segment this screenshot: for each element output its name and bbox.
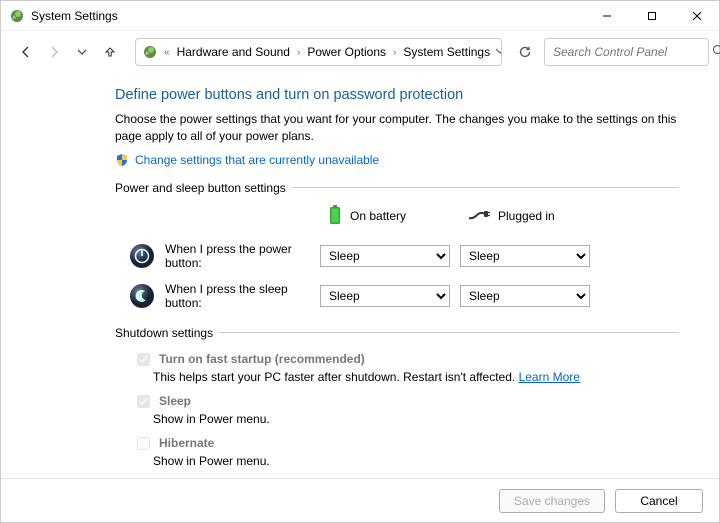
page-title: Define power buttons and turn on passwor… [115,87,679,103]
fast-startup-checkbox [137,353,150,366]
save-changes-button: Save changes [499,489,605,513]
titlebar: System Settings [1,1,719,31]
footer: Save changes Cancel [1,478,719,522]
on-battery-label: On battery [350,209,406,223]
breadcrumb-seg-hardware[interactable]: Hardware and Sound [174,44,293,60]
hibernate-sub: Show in Power menu. [133,454,679,468]
search-input[interactable] [551,44,712,60]
fast-startup-title: Turn on fast startup (recommended) [159,352,365,366]
page-description: Choose the power settings that you want … [115,111,679,145]
recent-locations-button[interactable] [71,41,93,63]
breadcrumb-icon [142,44,158,60]
sleep-button-battery-select[interactable]: Sleep [320,285,450,307]
power-button-label: When I press the power button: [165,242,320,270]
back-button[interactable] [15,41,37,63]
breadcrumb-seg-power-options[interactable]: Power Options [304,44,389,60]
app-icon [9,8,25,24]
fast-startup-sub: This helps start your PC faster after sh… [153,370,519,384]
plugged-in-label: Plugged in [498,209,555,223]
window-title: System Settings [31,9,118,23]
refresh-button[interactable] [512,39,538,65]
column-headers: On battery Plugged in [115,201,679,236]
sleep-icon [129,283,155,309]
sleep-button-row: When I press the sleep button: Sleep Sle… [115,276,679,316]
learn-more-link[interactable]: Learn More [519,370,580,384]
sleep-button-plugged-select[interactable]: Sleep [460,285,590,307]
plug-icon [468,209,490,224]
cancel-button[interactable]: Cancel [615,489,703,513]
power-icon [129,243,155,269]
breadcrumb[interactable]: « Hardware and Sound › Power Options › S… [135,38,502,66]
shutdown-group: Shutdown settings Turn on fast startup (… [115,326,679,478]
up-button[interactable] [99,41,121,63]
chevron-right-icon: › [391,47,398,58]
toolbar: « Hardware and Sound › Power Options › S… [1,31,719,73]
power-sleep-group: Power and sleep button settings On batte… [115,181,679,316]
hibernate-title: Hibernate [159,436,214,450]
change-settings-link[interactable]: Change settings that are currently unava… [135,153,379,167]
hibernate-item: Hibernate Show in Power menu. [115,430,679,472]
sleep-title: Sleep [159,394,191,408]
chevron-right-icon: › [295,47,302,58]
power-sleep-legend: Power and sleep button settings [115,181,292,195]
power-button-plugged-select[interactable]: Sleep [460,245,590,267]
forward-button[interactable] [43,41,65,63]
sleep-sub: Show in Power menu. [133,412,679,426]
search-box[interactable] [544,38,709,66]
close-button[interactable] [674,1,719,30]
shutdown-legend: Shutdown settings [115,326,219,340]
maximize-button[interactable] [629,1,674,30]
search-icon[interactable] [712,44,720,60]
sleep-button-label: When I press the sleep button: [165,282,320,310]
breadcrumb-prefix: « [162,47,172,58]
shield-icon [115,153,129,167]
minimize-button[interactable] [584,1,629,30]
fast-startup-item: Turn on fast startup (recommended) This … [115,346,679,388]
breadcrumb-seg-system-settings[interactable]: System Settings [400,44,493,60]
content-area: Define power buttons and turn on passwor… [1,73,719,478]
sleep-item: Sleep Show in Power menu. [115,388,679,430]
change-settings-row: Change settings that are currently unava… [115,153,679,167]
window: System Settings « Hardwar [0,0,720,523]
power-button-battery-select[interactable]: Sleep [320,245,450,267]
sleep-checkbox [137,395,150,408]
battery-icon [328,205,342,228]
hibernate-checkbox [137,437,150,450]
power-button-row: When I press the power button: Sleep Sle… [115,236,679,276]
breadcrumb-dropdown[interactable] [495,45,502,59]
